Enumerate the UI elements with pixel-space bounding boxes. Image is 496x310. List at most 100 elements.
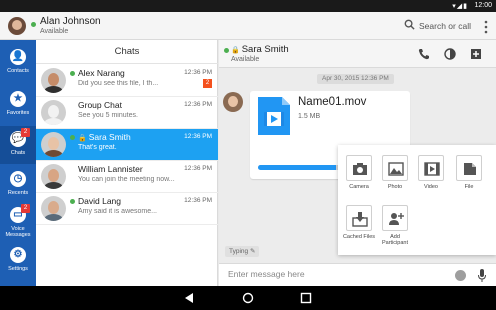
clock-icon: ◷ xyxy=(10,171,26,187)
attach-photo[interactable]: Photo xyxy=(378,155,412,190)
presence-dot xyxy=(224,48,229,53)
presence-dot xyxy=(31,22,36,27)
date-separator: Apr 30, 2015 12:36 PM xyxy=(317,74,394,84)
attach-label: File xyxy=(464,184,474,190)
unread-badge: 2 xyxy=(21,204,30,213)
chat-preview: Amy said it is awesome... xyxy=(78,208,157,215)
search-input[interactable]: Search or call xyxy=(419,21,471,31)
nav-label: Voice Messages xyxy=(5,226,31,238)
system-nav-bar xyxy=(0,286,496,310)
nav-recents[interactable]: ◷ Recents xyxy=(0,166,36,204)
chat-name: William Lannister xyxy=(78,164,143,174)
group-avatar xyxy=(41,100,66,125)
avatar xyxy=(41,196,66,221)
attach-file[interactable]: File xyxy=(452,155,486,190)
presence-dot xyxy=(70,199,75,204)
attach-label: Add Participant xyxy=(382,234,408,246)
chat-preview: Did you see this file, I th... xyxy=(78,80,159,87)
add-participant-icon xyxy=(389,213,404,225)
home-icon[interactable] xyxy=(242,292,254,304)
avatar xyxy=(41,68,66,93)
chat-name: Alex Narang xyxy=(78,68,125,78)
presence-dot xyxy=(70,71,75,76)
unread-badge: 2 xyxy=(203,79,212,88)
chats-title: Chats xyxy=(36,40,218,64)
chat-time: 12:36 PM xyxy=(184,101,212,108)
nav-label: Contacts xyxy=(7,68,29,74)
chat-row[interactable]: William Lannister You can join the meeti… xyxy=(36,161,218,193)
message-input[interactable]: Enter message here xyxy=(228,269,305,279)
contacts-icon: 👤 xyxy=(10,49,26,65)
signal-icon: ▾◢▮ xyxy=(452,3,468,10)
chat-time: 12:36 PM xyxy=(184,165,212,172)
conversation-header: 🔒 Sara Smith Available xyxy=(219,40,496,68)
user-status[interactable]: Available xyxy=(40,28,68,35)
status-circle-icon[interactable] xyxy=(444,48,456,60)
star-icon: ★ xyxy=(10,91,26,107)
presence-dot xyxy=(70,135,75,140)
pencil-icon: ✎ xyxy=(249,248,256,255)
side-nav: 👤 Contacts ★ Favorites 💬 2 Chats ◷ Recen… xyxy=(0,40,36,286)
chat-time: 12:36 PM xyxy=(184,197,212,204)
phone-icon[interactable] xyxy=(418,48,430,60)
nav-settings[interactable]: ⚙ Settings xyxy=(0,242,36,280)
attach-label: Photo xyxy=(387,184,403,190)
chat-name: David Lang xyxy=(78,196,122,206)
attach-label: Camera xyxy=(349,184,369,190)
chat-row[interactable]: Group Chat See you 5 minutes. 12:36 PM xyxy=(36,97,218,129)
back-icon[interactable] xyxy=(183,292,195,304)
emoji-icon[interactable] xyxy=(455,270,466,281)
contact-status: Available xyxy=(231,56,260,63)
photo-icon xyxy=(388,162,404,176)
video-file-icon xyxy=(258,97,290,135)
nav-favorites[interactable]: ★ Favorites xyxy=(0,86,36,124)
attach-add-participant[interactable]: Add Participant xyxy=(378,205,412,246)
nav-contacts[interactable]: 👤 Contacts xyxy=(0,44,36,82)
overflow-menu-icon[interactable] xyxy=(484,20,488,34)
chat-time: 12:36 PM xyxy=(184,133,212,140)
lock-icon: 🔒 xyxy=(231,47,240,54)
attach-cached-files[interactable]: Cached Files xyxy=(342,205,376,240)
status-bar: ▾◢▮ 12:00 xyxy=(0,0,496,12)
avatar xyxy=(41,164,66,189)
camera-icon xyxy=(353,163,367,175)
user-name[interactable]: Alan Johnson xyxy=(40,16,101,27)
upload-progress-fill xyxy=(258,165,336,170)
app-header: Alan Johnson Available Search or call xyxy=(0,12,496,40)
chat-preview: See you 5 minutes. xyxy=(78,112,138,119)
contact-name[interactable]: 🔒 Sara Smith xyxy=(231,44,289,55)
attach-label: Video xyxy=(424,184,438,190)
file-name: Name01.mov xyxy=(298,96,367,108)
file-icon xyxy=(464,163,476,175)
chat-preview: That's great. xyxy=(78,144,117,151)
chat-row[interactable]: David Lang Amy said it is awesome... 12:… xyxy=(36,193,218,225)
chat-name: 🔒 Sara Smith xyxy=(78,132,131,142)
attach-icon[interactable] xyxy=(470,48,482,60)
file-size: 1.5 MB xyxy=(298,113,321,120)
search-icon[interactable] xyxy=(404,19,415,30)
nav-label: Recents xyxy=(7,190,29,196)
chat-name: Group Chat xyxy=(78,100,122,110)
typing-indicator: Typing ✎ xyxy=(225,246,260,257)
video-icon xyxy=(424,162,440,176)
attach-camera[interactable]: Camera xyxy=(342,155,376,190)
attach-video[interactable]: Video xyxy=(414,155,448,190)
nav-label: Settings xyxy=(8,266,28,272)
user-avatar[interactable] xyxy=(8,17,26,35)
chat-time: 12:36 PM xyxy=(184,69,212,76)
nav-voice-messages[interactable]: ▭ 2 Voice Messages xyxy=(0,202,36,240)
recents-icon[interactable] xyxy=(300,292,312,304)
avatar xyxy=(41,132,66,157)
chat-preview: You can join the meeting now... xyxy=(78,176,175,183)
nav-label: Favorites xyxy=(6,110,30,116)
chat-row[interactable]: Alex Narang Did you see this file, I th.… xyxy=(36,65,218,97)
sender-avatar xyxy=(223,92,243,112)
attach-menu: Camera Photo Video File Cached Files Add… xyxy=(338,145,496,255)
lock-icon: 🔒 xyxy=(78,135,87,142)
microphone-icon[interactable] xyxy=(478,269,486,282)
chat-row-selected[interactable]: 🔒 Sara Smith That's great. 12:36 PM xyxy=(36,129,218,161)
nav-chats[interactable]: 💬 2 Chats xyxy=(0,126,36,164)
message-composer: Enter message here xyxy=(219,263,496,286)
chats-panel: Chats Alex Narang Did you see this file,… xyxy=(36,40,218,286)
unread-badge: 2 xyxy=(21,128,30,137)
